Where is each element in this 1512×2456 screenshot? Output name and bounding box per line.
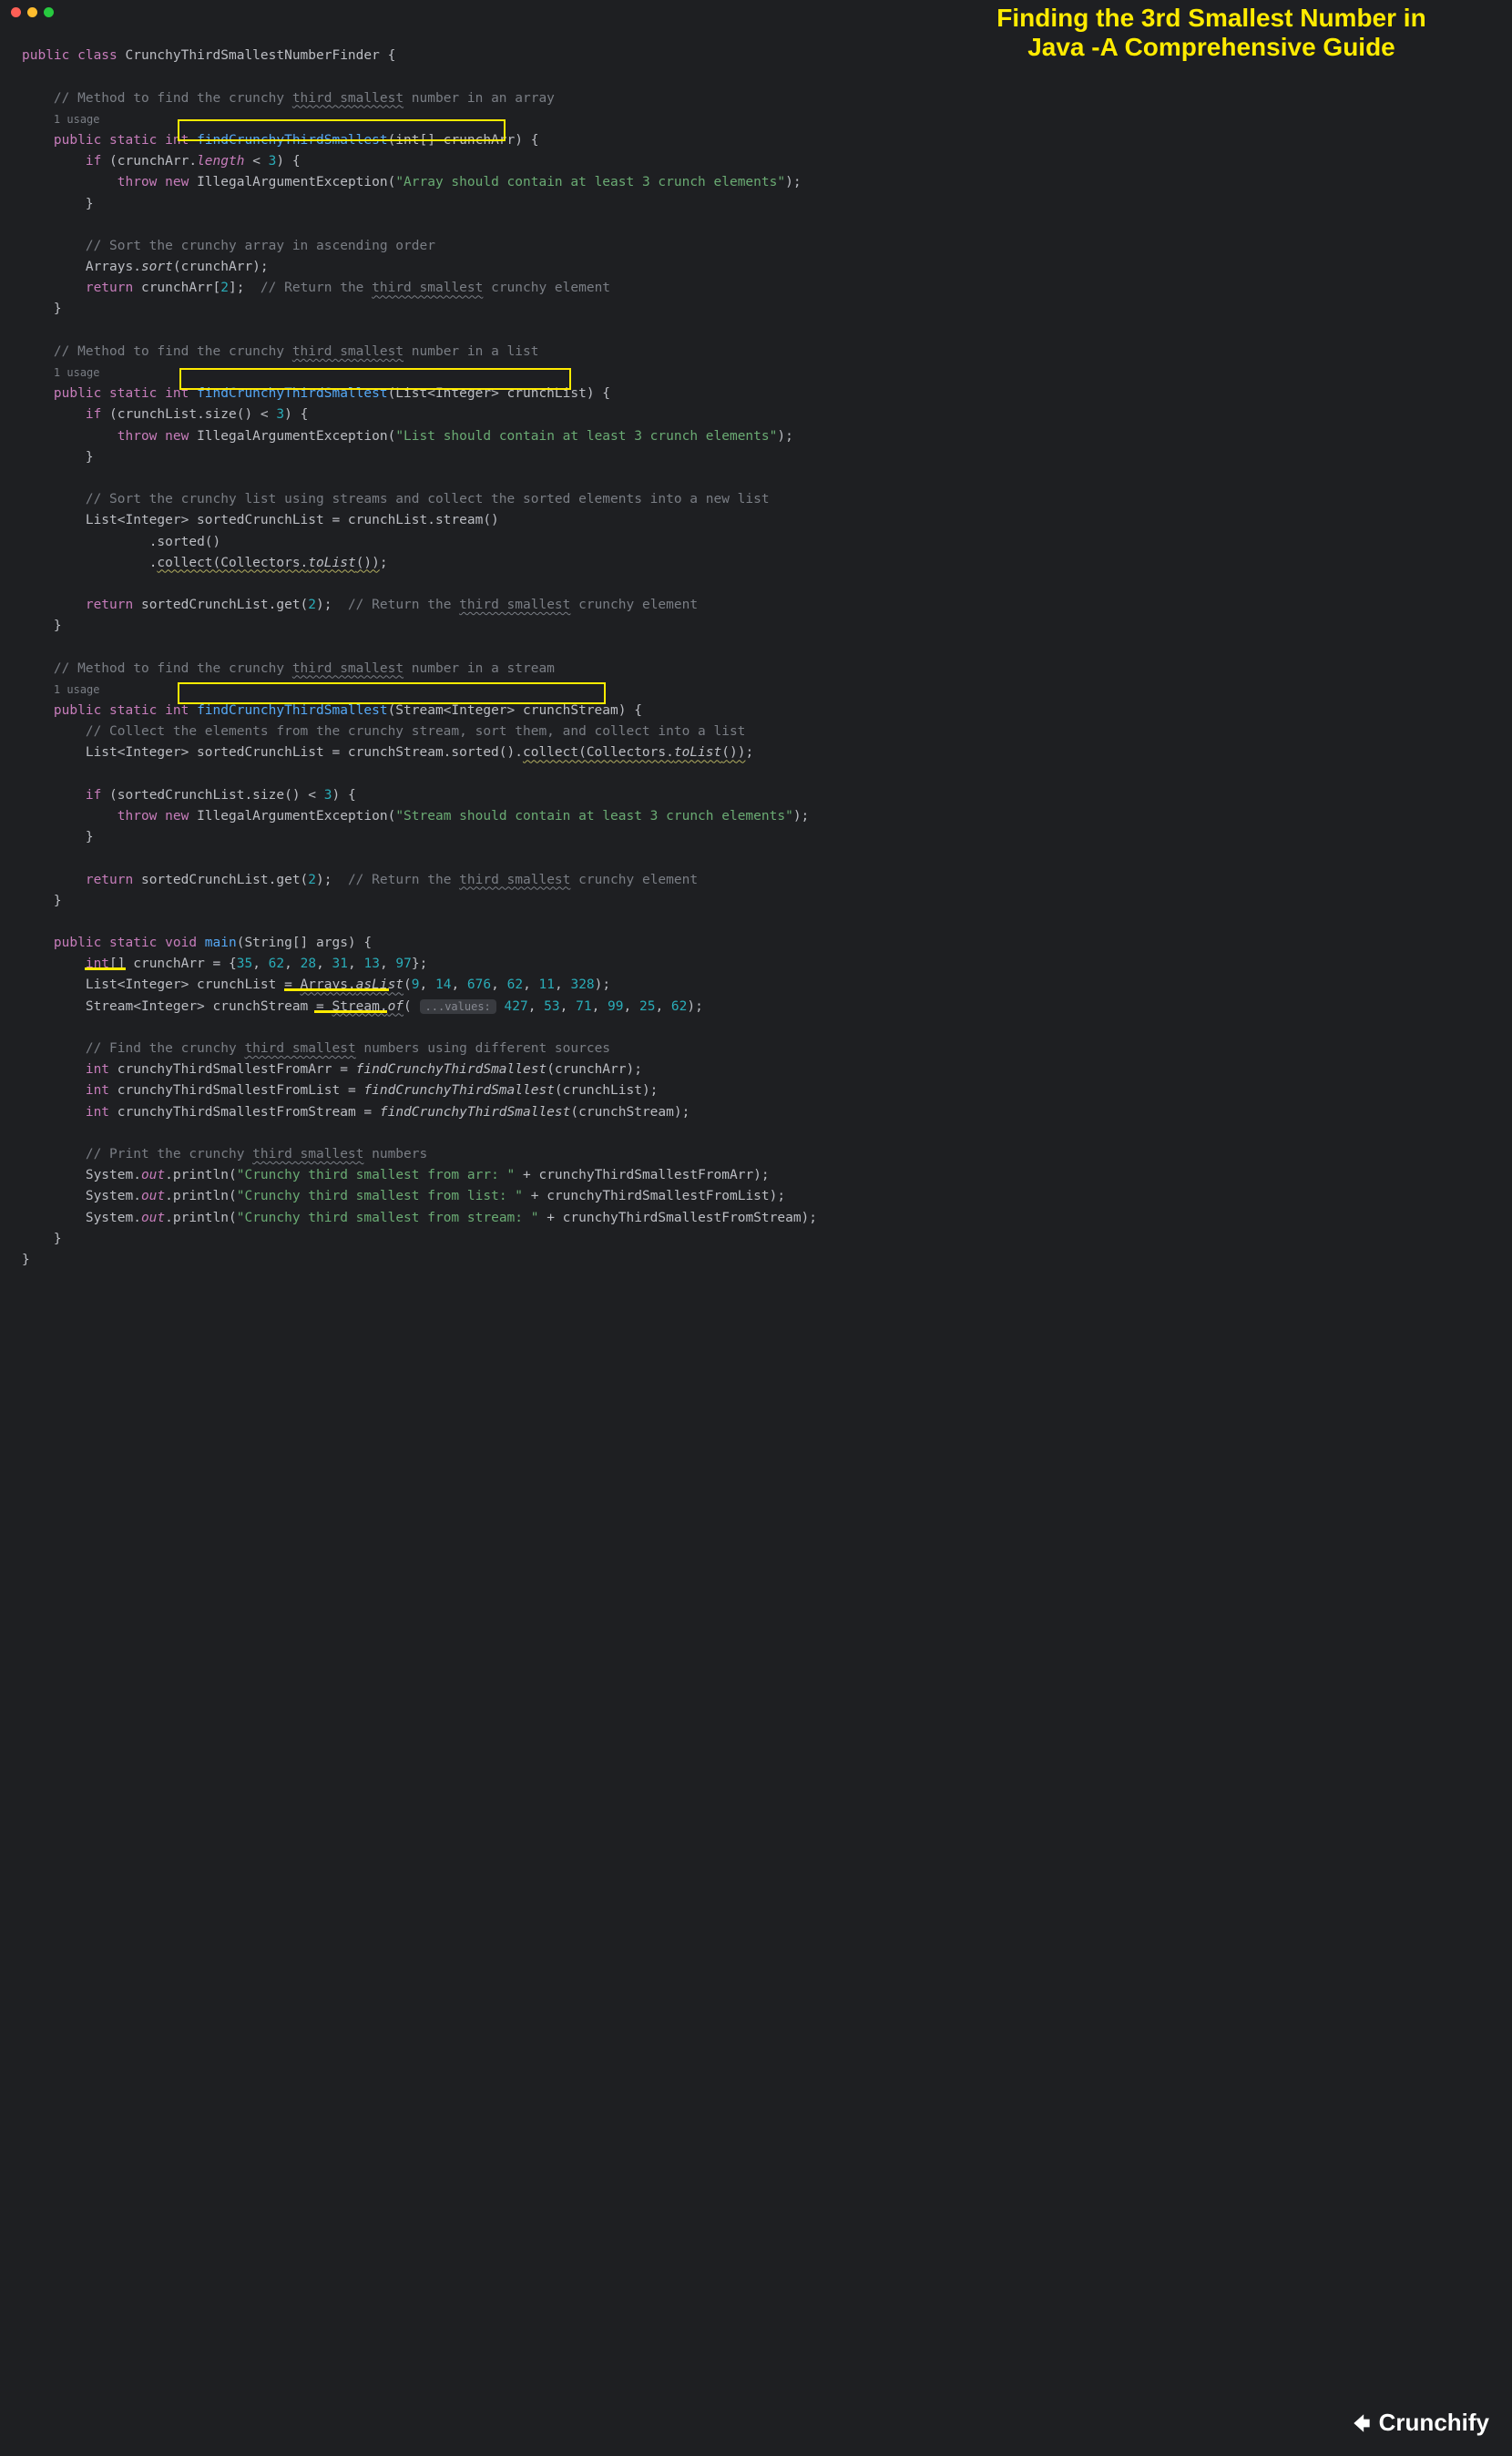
- keyword: public class: [22, 48, 117, 63]
- close-dot-icon[interactable]: [11, 7, 21, 17]
- comment: // Method to find the crunchy third smal…: [54, 91, 555, 106]
- class-ref: Arrays.: [86, 260, 141, 274]
- brace: }: [54, 302, 62, 316]
- keyword: int: [86, 1105, 109, 1120]
- brace: }: [54, 619, 62, 633]
- comment: // Find the crunchy third smallest numbe…: [86, 1041, 610, 1056]
- window-controls: [11, 7, 54, 17]
- keyword: int: [86, 957, 109, 971]
- comment: // Print the crunchy third smallest numb…: [86, 1147, 427, 1161]
- string: "Stream should contain at least 3 crunch…: [395, 809, 793, 824]
- field: length: [197, 154, 244, 169]
- class-ref: Arrays.: [301, 977, 356, 992]
- keyword: if: [86, 788, 101, 803]
- keyword: throw new: [117, 809, 189, 824]
- expr: (crunchList.size() <: [109, 407, 276, 422]
- inlay-hint: ...values:: [420, 999, 496, 1014]
- exception-class: IllegalArgumentException: [197, 175, 388, 189]
- method-name: main: [205, 936, 237, 950]
- article-heading: Finding the 3rd Smallest Number in Java …: [938, 4, 1485, 62]
- comment: // Return the third smallest crunchy ele…: [348, 598, 698, 612]
- keyword: throw new: [117, 429, 189, 444]
- list-declaration: List<Integer> sortedCrunchList = crunchS…: [86, 745, 523, 760]
- method-call: findCrunchyThirdSmallest: [356, 1062, 547, 1077]
- usage-hint[interactable]: 1 usage: [54, 113, 100, 126]
- method-name: findCrunchyThirdSmallest: [197, 386, 388, 401]
- brace: }: [22, 1253, 30, 1267]
- keyword: public static int: [54, 133, 189, 148]
- heading-line-2: Java -A Comprehensive Guide: [938, 33, 1485, 62]
- class-ref: Stream.: [332, 999, 387, 1014]
- keyword: if: [86, 407, 101, 422]
- string: "Array should contain at least 3 crunch …: [395, 175, 785, 189]
- static-field: out: [141, 1168, 165, 1182]
- comment: // Return the third smallest crunchy ele…: [261, 281, 610, 295]
- static-method: asList: [356, 977, 404, 992]
- method-call: findCrunchyThirdSmallest: [363, 1083, 555, 1098]
- string: "Crunchy third smallest from arr: ": [237, 1168, 516, 1182]
- keyword: int: [86, 1062, 109, 1077]
- deprecated-call: collect(Collectors.toList()): [523, 745, 745, 760]
- heading-line-1: Finding the 3rd Smallest Number in: [938, 4, 1485, 33]
- exception-class: IllegalArgumentException: [197, 809, 388, 824]
- brace: }: [54, 894, 62, 908]
- string: "List should contain at least 3 crunch e…: [395, 429, 777, 444]
- brace: }: [86, 197, 94, 211]
- params: (String[] args) {: [237, 936, 372, 950]
- static-method: sort: [141, 260, 173, 274]
- maximize-dot-icon[interactable]: [44, 7, 54, 17]
- params: (int[] crunchArr) {: [388, 133, 539, 148]
- keyword: return: [86, 873, 133, 887]
- crunchify-logo-icon: [1350, 2411, 1374, 2435]
- method-name: findCrunchyThirdSmallest: [197, 133, 388, 148]
- window-titlebar: [0, 0, 874, 21]
- static-field: out: [141, 1189, 165, 1203]
- brace: }: [86, 450, 94, 465]
- keyword: throw new: [117, 175, 189, 189]
- string: "Crunchy third smallest from stream: ": [237, 1211, 539, 1225]
- highlight-box-3: [178, 682, 606, 704]
- keyword: int: [86, 1083, 109, 1098]
- usage-hint[interactable]: 1 usage: [54, 683, 100, 696]
- usage-hint[interactable]: 1 usage: [54, 366, 100, 379]
- static-method: of: [388, 999, 404, 1014]
- comment: // Sort the crunchy array in ascending o…: [86, 239, 435, 253]
- class-name: CrunchyThirdSmallestNumberFinder: [126, 48, 380, 63]
- comment: // Collect the elements from the crunchy…: [86, 724, 746, 739]
- watermark-text: Crunchify: [1379, 2404, 1489, 2442]
- expr: (sortedCrunchList.size() <: [109, 788, 324, 803]
- keyword: return: [86, 598, 133, 612]
- params: (Stream<Integer> crunchStream) {: [388, 703, 642, 718]
- keyword: public static int: [54, 386, 189, 401]
- keyword: return: [86, 281, 133, 295]
- comment: // Sort the crunchy list using streams a…: [86, 492, 770, 507]
- keyword: public static void: [54, 936, 197, 950]
- keyword: public static int: [54, 703, 189, 718]
- static-field: out: [141, 1211, 165, 1225]
- code-editor[interactable]: public class CrunchyThirdSmallestNumberF…: [0, 21, 874, 1428]
- minimize-dot-icon[interactable]: [27, 7, 37, 17]
- params: (List<Integer> crunchList) {: [388, 386, 610, 401]
- watermark: Crunchify: [1350, 2404, 1489, 2442]
- brace: }: [86, 830, 94, 844]
- deprecated-call: collect(Collectors.toList()): [157, 556, 379, 570]
- chain-call: .sorted(): [149, 535, 221, 549]
- comment: // Method to find the crunchy third smal…: [54, 661, 555, 676]
- string: "Crunchy third smallest from list: ": [237, 1189, 523, 1203]
- keyword: if: [86, 154, 101, 169]
- method-name: findCrunchyThirdSmallest: [197, 703, 388, 718]
- comment: // Method to find the crunchy third smal…: [54, 344, 539, 359]
- expr: (crunchArr.: [109, 154, 197, 169]
- comment: // Return the third smallest crunchy ele…: [348, 873, 698, 887]
- brace: {: [388, 48, 396, 63]
- exception-class: IllegalArgumentException: [197, 429, 388, 444]
- brace: }: [54, 1232, 62, 1246]
- list-declaration: List<Integer> sortedCrunchList = crunchL…: [86, 513, 499, 527]
- method-call: findCrunchyThirdSmallest: [380, 1105, 571, 1120]
